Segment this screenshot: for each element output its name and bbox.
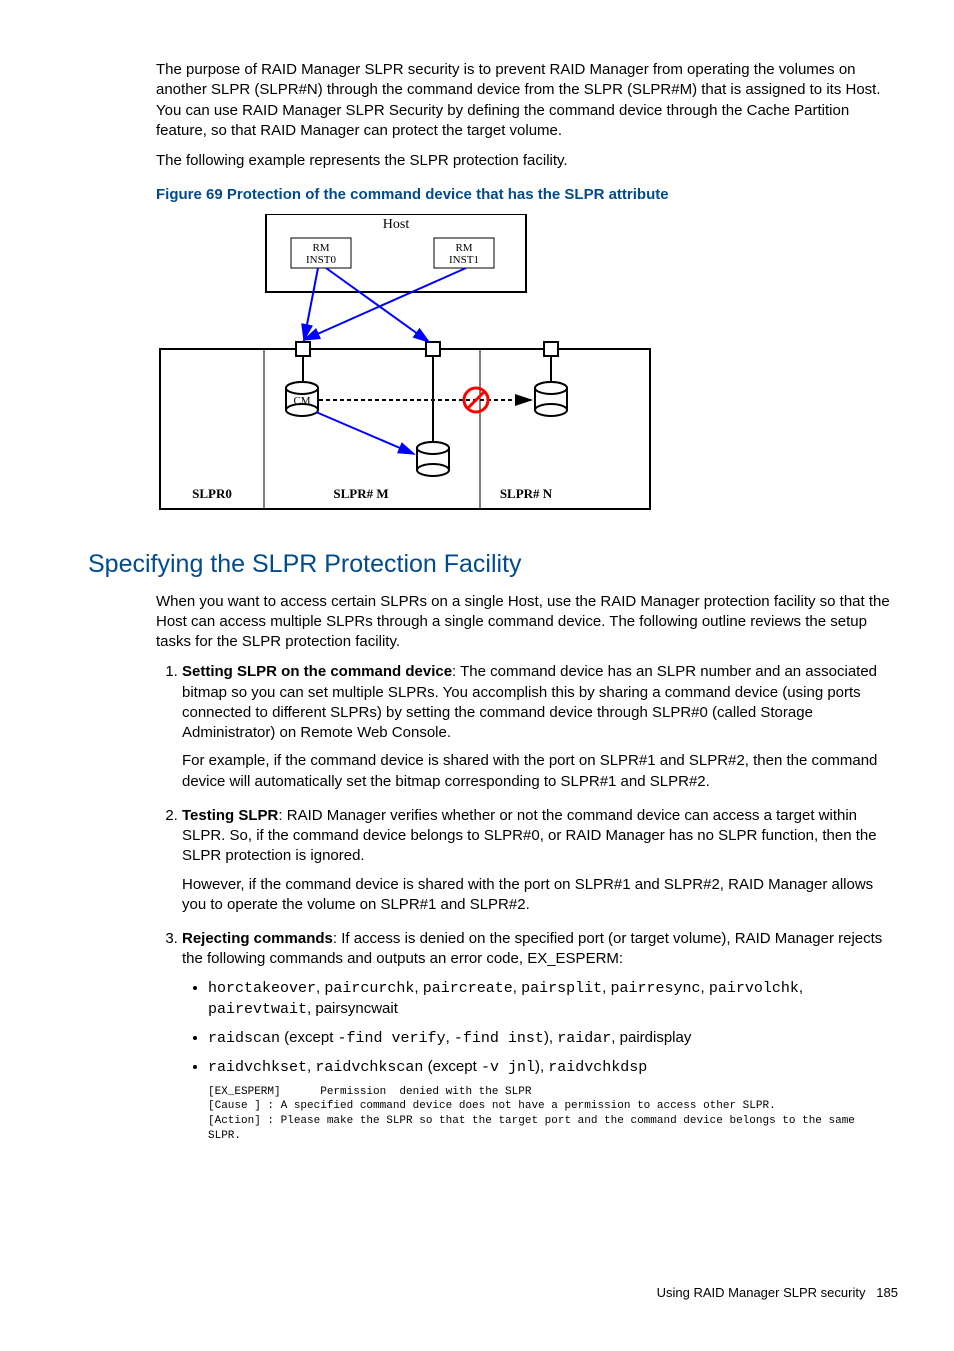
code-block: [EX_ESPERM] Permission denied with the S… — [208, 1085, 898, 1144]
svg-text:SLPR0: SLPR0 — [192, 486, 232, 501]
list-item: horctakeover, paircurchk, paircreate, pa… — [208, 978, 898, 1021]
paragraph: When you want to access certain SLPRs on… — [156, 592, 898, 653]
svg-text:INST1: INST1 — [449, 254, 479, 266]
paragraph: The following example represents the SLP… — [156, 151, 898, 171]
footer-text: Using RAID Manager SLPR security — [657, 1285, 866, 1300]
paragraph: However, if the command device is shared… — [182, 875, 898, 916]
list-item: Rejecting commands: If access is denied … — [182, 929, 898, 1144]
ordered-list: Setting SLPR on the command device: The … — [156, 662, 898, 1144]
svg-text:Host: Host — [383, 217, 410, 232]
list-item: Testing SLPR: RAID Manager verifies whet… — [182, 806, 898, 915]
paragraph: For example, if the command device is sh… — [182, 751, 898, 792]
paragraph: The purpose of RAID Manager SLPR securit… — [156, 60, 898, 141]
svg-text:RM: RM — [312, 242, 329, 254]
svg-text:CM: CM — [293, 395, 310, 407]
item-title: Rejecting commands — [182, 930, 333, 947]
page-number: 185 — [876, 1285, 898, 1300]
svg-text:INST0: INST0 — [306, 254, 336, 266]
svg-text:SLPR# N: SLPR# N — [500, 486, 553, 501]
item-title: Testing SLPR — [182, 807, 278, 824]
svg-text:SLPR# M: SLPR# M — [333, 486, 388, 501]
section-heading: Specifying the SLPR Protection Facility — [88, 548, 898, 582]
item-text: : RAID Manager verifies whether or not t… — [182, 807, 877, 865]
item-title: Setting SLPR on the command device — [182, 663, 452, 680]
list-item: Setting SLPR on the command device: The … — [182, 662, 898, 792]
list-item: raidvchkset, raidvchkscan (except -v jnl… — [208, 1057, 898, 1144]
svg-text:RM: RM — [455, 242, 472, 254]
figure-caption: Figure 69 Protection of the command devi… — [156, 185, 898, 205]
list-item: raidscan (except -find verify, -find ins… — [208, 1028, 898, 1049]
figure-diagram: Host RM INST0 RM INST1 CM SLPR0 SLPR# M … — [156, 214, 898, 530]
page-footer: Using RAID Manager SLPR security 185 — [88, 1284, 898, 1302]
bullet-list: horctakeover, paircurchk, paircreate, pa… — [182, 978, 898, 1144]
